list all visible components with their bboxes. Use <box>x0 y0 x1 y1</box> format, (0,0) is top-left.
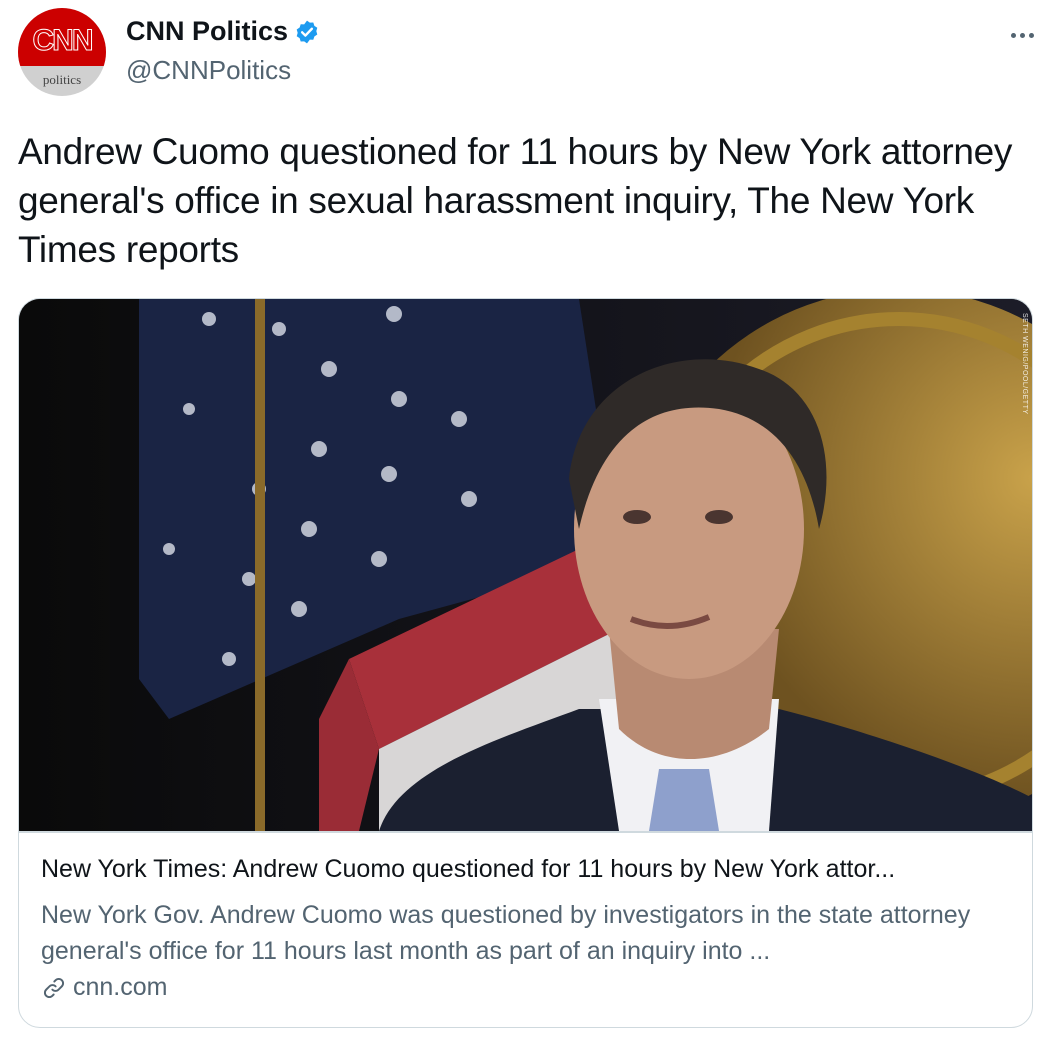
card-photo <box>19 299 1032 831</box>
tweet-text: Andrew Cuomo questioned for 11 hours by … <box>18 131 1013 270</box>
card-domain-label: cnn.com <box>73 973 168 1001</box>
card-divider <box>19 831 1032 833</box>
author-handle[interactable]: @CNNPolitics <box>126 55 291 86</box>
card-title: New York Times: Andrew Cuomo questioned … <box>41 855 896 883</box>
card-domain: cnn.com <box>41 973 167 1002</box>
link-icon <box>43 977 65 998</box>
avatar-subtitle: politics <box>42 72 82 87</box>
more-options-icon[interactable] <box>1002 20 1042 50</box>
verified-badge-icon <box>296 20 318 43</box>
author-display-name[interactable]: CNN Politics <box>126 16 288 47</box>
card-description: New York Gov. Andrew Cuomo was questione… <box>41 901 971 965</box>
link-card[interactable]: SETH WENIG/POOL/GETTY New York Times: An… <box>18 298 1033 1028</box>
cnn-logo: CNN <box>32 24 94 58</box>
avatar[interactable]: CNN politics <box>18 8 106 96</box>
photo-credit: SETH WENIG/POOL/GETTY <box>1021 313 1028 415</box>
author-name-row: CNN Politics <box>126 16 320 47</box>
card-image: SETH WENIG/POOL/GETTY <box>19 299 1032 831</box>
